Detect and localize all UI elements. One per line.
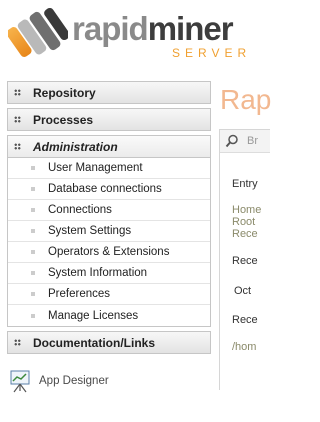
recent-heading-2: Rece [232, 314, 258, 326]
app-designer-link[interactable]: App Designer [9, 369, 109, 393]
nav-section-label: Administration [33, 139, 118, 154]
grip-icon [14, 339, 21, 346]
menu-item-user-management[interactable]: User Management [8, 158, 210, 179]
grip-icon [14, 116, 21, 123]
sidebar-nav: Repository Processes Administration User… [7, 81, 211, 354]
recent-path-link[interactable]: /hom [232, 341, 256, 353]
nav-section-label: Documentation/Links [33, 335, 156, 350]
bullet-icon [31, 250, 35, 254]
menu-item-label: User Management [48, 162, 143, 174]
menu-item-label: Preferences [48, 288, 111, 300]
logo-subtitle: SERVER [172, 46, 252, 60]
nav-section-administration[interactable]: Administration [7, 135, 211, 158]
search-input-placeholder: Br [247, 135, 258, 147]
bullet-icon [31, 271, 35, 275]
recent-date: Oct [234, 285, 252, 297]
menu-item-label: System Settings [48, 225, 132, 237]
app-designer-icon [10, 370, 30, 393]
page-title: Rap [220, 84, 272, 115]
bullet-icon [31, 187, 35, 191]
menu-item-label: Connections [48, 204, 112, 216]
grip-icon [14, 143, 21, 150]
bullet-icon [31, 166, 35, 170]
menu-item-label: Manage Licenses [48, 309, 139, 322]
nav-section-repository[interactable]: Repository [7, 81, 211, 104]
menu-item-preferences[interactable]: Preferences [8, 284, 210, 305]
menu-item-operators-extensions[interactable]: Operators & Extensions [8, 242, 210, 263]
bullet-icon [31, 229, 35, 233]
menu-item-label: Operators & Extensions [48, 246, 170, 258]
recent-heading: Rece [232, 255, 258, 267]
bullet-icon [31, 292, 35, 296]
main-content-panel: Br Entry Home Root Rece Rece Oct Rece /h… [219, 129, 270, 390]
menu-item-manage-licenses[interactable]: Manage Licenses [8, 305, 210, 326]
nav-section-label: Processes [33, 112, 94, 127]
entry-label: Entry [232, 178, 258, 190]
search-icon [225, 134, 238, 148]
rapidminer-server-logo: rapidminer SERVER [8, 4, 248, 68]
menu-item-system-settings[interactable]: System Settings [8, 221, 210, 242]
path-home[interactable]: Home [232, 204, 261, 216]
menu-item-system-information[interactable]: System Information [8, 263, 210, 284]
administration-menu: User Management Database connections Con… [7, 158, 211, 327]
menu-item-connections[interactable]: Connections [8, 200, 210, 221]
menu-item-database-connections[interactable]: Database connections [8, 179, 210, 200]
rapidminer-logo-icon [8, 7, 68, 57]
path-root[interactable]: Root [232, 216, 255, 228]
logo-wordmark: rapidminer [72, 10, 234, 47]
search-bar[interactable]: Br [220, 130, 270, 153]
menu-item-label: System Information [48, 267, 148, 279]
nav-section-processes[interactable]: Processes [7, 108, 211, 131]
nav-section-documentation-links[interactable]: Documentation/Links [7, 331, 211, 354]
nav-section-label: Repository [33, 85, 96, 100]
app-designer-label: App Designer [39, 375, 109, 387]
bullet-icon [31, 208, 35, 212]
grip-icon [14, 89, 21, 96]
path-recent[interactable]: Rece [232, 228, 258, 240]
bullet-icon [31, 313, 35, 318]
menu-item-label: Database connections [48, 183, 162, 195]
